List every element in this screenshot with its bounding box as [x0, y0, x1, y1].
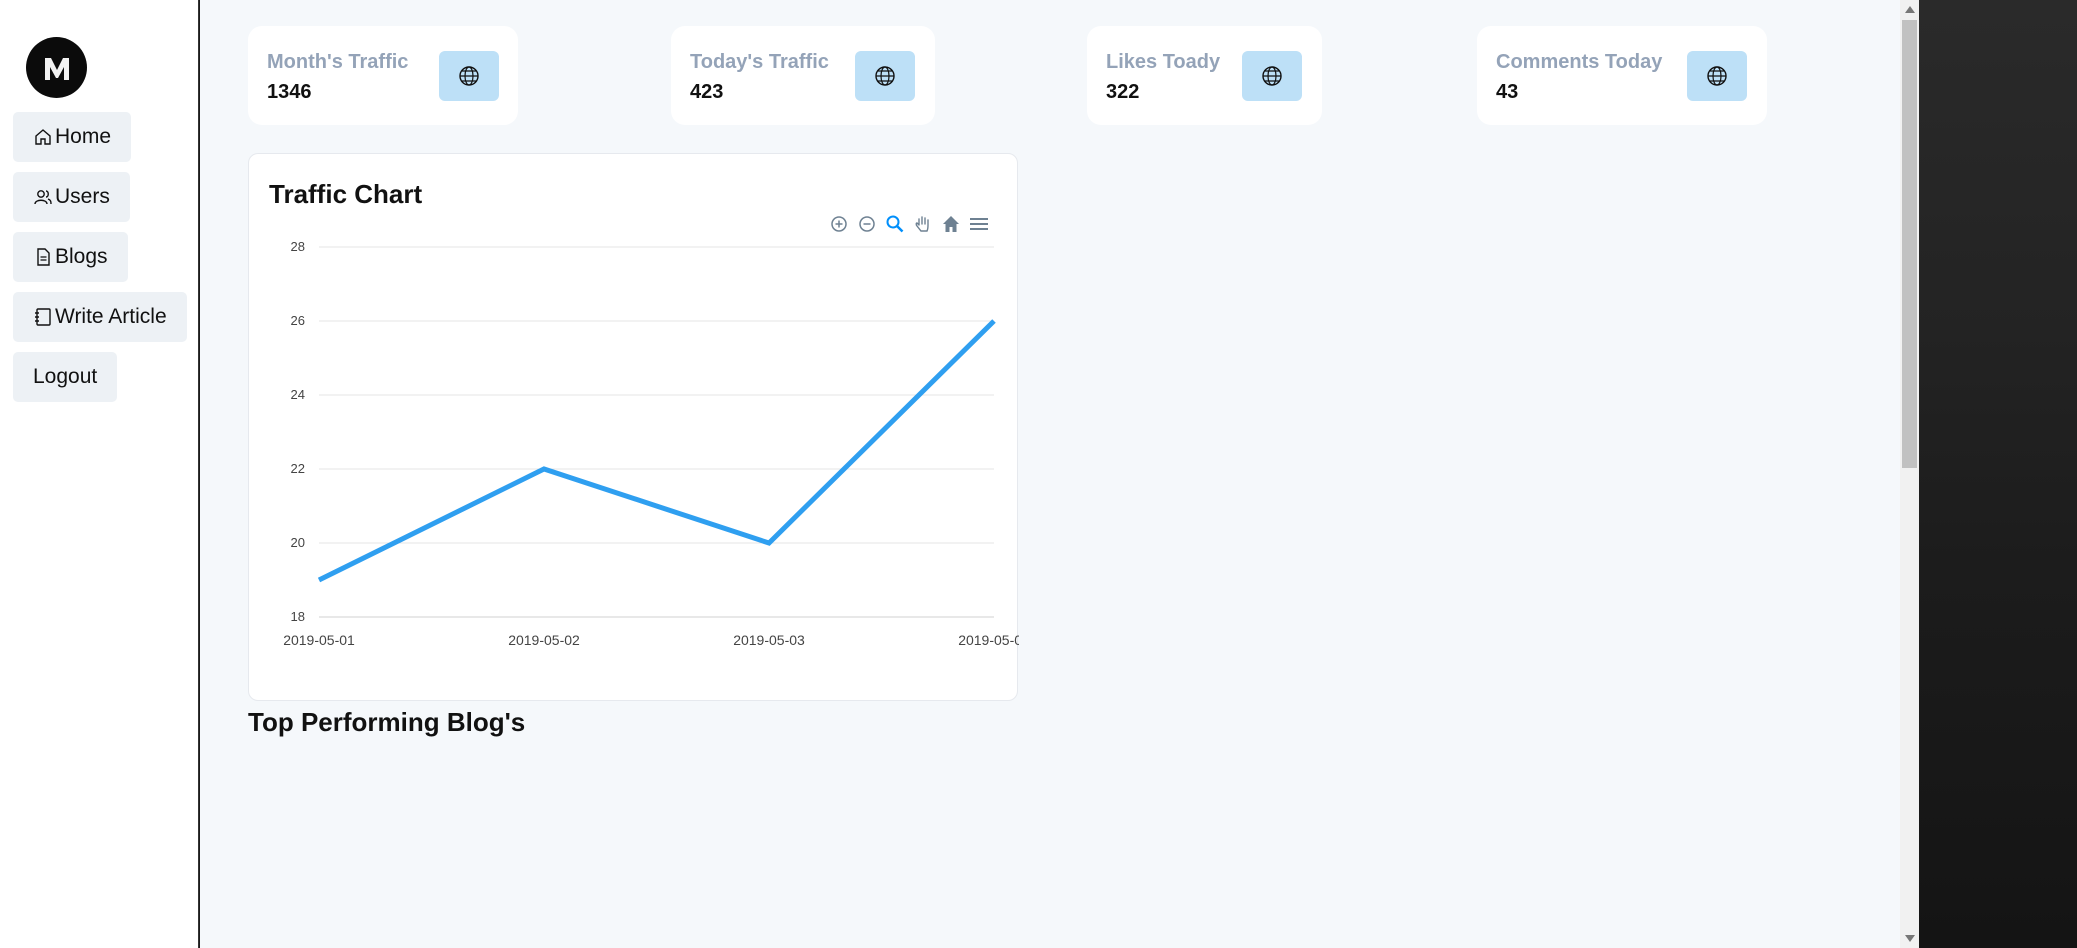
- sidebar-item-home[interactable]: Home: [13, 112, 132, 162]
- sidebar-item-label: Blogs: [55, 245, 108, 268]
- y-tick-label: 26: [291, 313, 305, 328]
- scroll-down-arrow-icon[interactable]: [1905, 935, 1915, 942]
- globe-icon: [1242, 51, 1302, 101]
- series-line: [317, 319, 996, 583]
- logo-mark-icon: [44, 57, 69, 80]
- stat-title: Likes Toady: [1106, 51, 1221, 73]
- globe-icon: [439, 51, 499, 101]
- sidebar-item-label: Users: [55, 185, 110, 208]
- stat-value: 43: [1496, 81, 1519, 103]
- stat-title: Comments Today: [1496, 51, 1663, 73]
- y-tick-label: 22: [291, 461, 305, 476]
- traffic-chart-card: Traffic Chart 18 20 22 24 26 28 2019-05-01 2019…: [248, 153, 1019, 701]
- x-tick-label: 2019-05-02: [508, 632, 580, 648]
- logout-button[interactable]: Logout: [13, 352, 118, 402]
- x-tick-label: 2019-05-01: [283, 632, 355, 648]
- stat-title: Month's Traffic: [267, 51, 409, 73]
- home-icon: [35, 129, 51, 145]
- main-content: Month's Traffic 1346 Today's Traffic 423…: [200, 0, 1901, 948]
- stat-card-today-traffic: Today's Traffic 423: [671, 26, 935, 125]
- scroll-thumb[interactable]: [1902, 20, 1917, 468]
- x-tick-label: 2019-05-03: [733, 632, 805, 648]
- stat-value: 423: [690, 81, 724, 103]
- scroll-up-arrow-icon[interactable]: [1905, 6, 1915, 13]
- traffic-line-chart: 18 20 22 24 26 28 2019-05-01 2019-05-02 2019-05-…: [283, 239, 1019, 648]
- document-icon: [37, 248, 50, 266]
- stat-value: 1346: [267, 81, 312, 103]
- y-tick-label: 20: [291, 535, 305, 550]
- desktop-background: [1919, 0, 2077, 948]
- stat-card-month-traffic: Month's Traffic 1346: [248, 26, 518, 125]
- globe-icon: [855, 51, 915, 101]
- sidebar-item-label: Home: [55, 125, 112, 148]
- stat-card-comments-today: Comments Today 43: [1477, 26, 1767, 125]
- stat-card-likes-today: Likes Toady 322: [1087, 26, 1322, 125]
- x-tick-label: 2019-05-04: [958, 632, 1019, 648]
- y-tick-label: 28: [291, 239, 305, 254]
- stat-value: 322: [1106, 81, 1140, 103]
- sidebar-item-users[interactable]: Users: [13, 172, 130, 222]
- section-title: Top Performing Blog's: [248, 707, 526, 737]
- y-tick-label: 24: [291, 387, 305, 402]
- sidebar-item-blogs[interactable]: Blogs: [13, 232, 128, 282]
- sidebar-item-write-article[interactable]: Write Article: [13, 292, 187, 342]
- sidebar-item-label: Write Article: [55, 305, 167, 328]
- notebook-icon: [35, 308, 51, 326]
- page-scrollbar[interactable]: [1900, 0, 1919, 948]
- globe-icon: [1687, 51, 1747, 101]
- y-tick-label: 18: [291, 609, 305, 624]
- stat-title: Today's Traffic: [690, 51, 829, 73]
- sidebar-item-label: Logout: [33, 365, 98, 388]
- app-logo[interactable]: [26, 37, 87, 98]
- sidebar: Home Users Blogs Write Article Logout: [0, 0, 199, 948]
- users-icon: [34, 190, 52, 205]
